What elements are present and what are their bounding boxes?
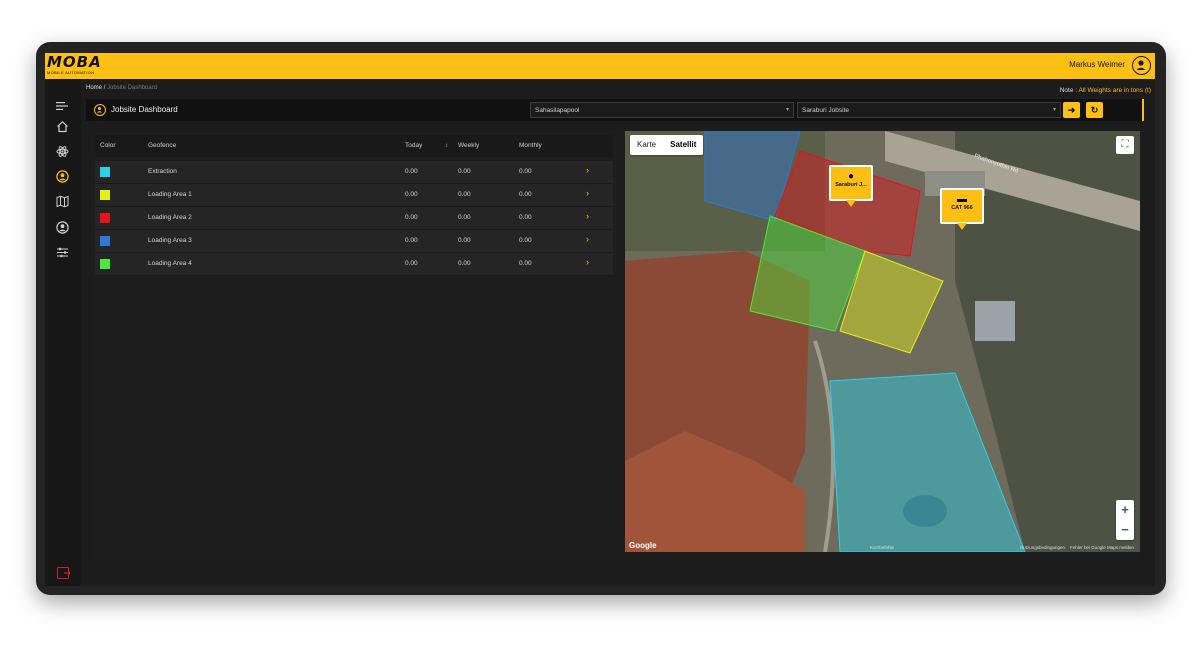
vehicle-marker[interactable]: ▬ CAT 966 — [940, 188, 984, 230]
geofence-name: Loading Area 3 — [148, 237, 192, 244]
table-row[interactable]: Loading Area 3 0.00 0.00 0.00 › — [95, 230, 613, 253]
map-terms[interactable]: Nutzungsbedingungen — [1020, 545, 1065, 550]
user-circle-icon[interactable] — [55, 169, 69, 183]
breadcrumb: Home / Jobsite Dashboard — [86, 85, 157, 91]
weekly-value: 0.00 — [458, 260, 471, 267]
top-bar: MOBA MOBILE AUTOMATION Markus Weimer — [45, 53, 1155, 79]
atom-icon[interactable] — [55, 144, 69, 158]
marker-label: Saraburi J... — [835, 182, 867, 188]
today-value: 0.00 — [405, 214, 418, 221]
moba-logo[interactable]: MOBA MOBILE AUTOMATION — [47, 55, 107, 76]
title-bar: Jobsite Dashboard Sahasilapapool ▾ Sarab… — [86, 99, 1144, 121]
monthly-value: 0.00 — [519, 260, 532, 267]
fullscreen-icon: ⛶ — [1121, 139, 1129, 150]
color-swatch — [100, 167, 110, 177]
fullscreen-button[interactable]: ⛶ — [1116, 136, 1134, 154]
jobsite-marker[interactable]: ● Saraburi J... — [829, 165, 873, 207]
sidebar — [45, 79, 81, 586]
geofence-name: Loading Area 4 — [148, 260, 192, 267]
today-value: 0.00 — [405, 237, 418, 244]
menu-icon[interactable] — [55, 99, 69, 113]
go-button[interactable]: ➜ — [1063, 102, 1080, 118]
jobsite-select-value: Saraburi Jobsite — [802, 107, 849, 114]
logout-icon[interactable] — [57, 567, 70, 579]
table-row[interactable]: Extraction 0.00 0.00 0.00 › — [95, 161, 613, 184]
map-shortcuts[interactable]: Kurzbefehle — [870, 545, 894, 550]
tab-satellit[interactable]: Satellit — [663, 135, 703, 155]
chevron-right-icon[interactable]: › — [586, 211, 589, 221]
app-screen: MOBA MOBILE AUTOMATION Markus Weimer Hom… — [45, 53, 1155, 586]
marker-tail — [846, 200, 856, 207]
user-avatar-icon[interactable] — [1132, 56, 1151, 75]
satellite-map[interactable]: Phahonyothin Rd Karte Satellit ⛶ ● Sarab… — [625, 131, 1140, 552]
chevron-right-icon[interactable]: › — [586, 234, 589, 244]
geofence-table: Color Geofence ↕ Today Weekly Monthly Ex… — [95, 135, 613, 276]
zoom-in-button[interactable]: + — [1116, 500, 1134, 520]
jobsite-icon — [94, 104, 106, 116]
home-icon[interactable] — [55, 119, 69, 133]
arrow-right-icon: ➜ — [1067, 105, 1076, 115]
color-swatch — [100, 190, 110, 200]
table-row[interactable]: Loading Area 1 0.00 0.00 0.00 › — [95, 184, 613, 207]
weight-note: Note : All Weights are in tons (t) — [1060, 87, 1151, 94]
weekly-value: 0.00 — [458, 168, 471, 175]
weekly-value: 0.00 — [458, 237, 471, 244]
chevron-down-icon: ▾ — [785, 107, 789, 113]
weekly-value: 0.00 — [458, 214, 471, 221]
google-logo: Google — [629, 541, 657, 550]
chevron-right-icon[interactable]: › — [586, 257, 589, 267]
chevron-right-icon[interactable]: › — [586, 188, 589, 198]
breadcrumb-current: Jobsite Dashboard — [107, 85, 158, 91]
monthly-value: 0.00 — [519, 237, 532, 244]
header-color: Color — [100, 142, 116, 149]
monthly-value: 0.00 — [519, 214, 532, 221]
loader-icon: ▬ — [957, 194, 967, 205]
table-header: Color Geofence ↕ Today Weekly Monthly — [95, 135, 613, 157]
monthly-value: 0.00 — [519, 191, 532, 198]
map-icon[interactable] — [55, 194, 69, 208]
geofence-name: Loading Area 2 — [148, 214, 192, 221]
page-title: Jobsite Dashboard — [111, 105, 178, 114]
header-geofence[interactable]: Geofence — [148, 142, 176, 149]
color-swatch — [100, 213, 110, 223]
marker-tail — [957, 223, 967, 230]
zoom-controls: + − — [1116, 500, 1134, 540]
breadcrumb-home[interactable]: Home — [86, 85, 102, 91]
today-value: 0.00 — [405, 260, 418, 267]
today-value: 0.00 — [405, 191, 418, 198]
table-row[interactable]: Loading Area 4 0.00 0.00 0.00 › — [95, 253, 613, 276]
table-row[interactable]: Loading Area 2 0.00 0.00 0.00 › — [95, 207, 613, 230]
geofence-name: Extraction — [148, 168, 177, 175]
jobsite-select[interactable]: Saraburi Jobsite ▾ — [797, 102, 1061, 118]
sliders-icon[interactable] — [55, 245, 69, 259]
header-monthly[interactable]: Monthly — [519, 142, 542, 149]
refresh-button[interactable]: ↻ — [1086, 102, 1103, 118]
breadcrumb-separator: / — [103, 85, 106, 91]
map-type-tabs: Karte Satellit — [630, 135, 704, 155]
person-icon: ● — [847, 171, 855, 182]
geofence-name: Loading Area 1 — [148, 191, 192, 198]
account-icon[interactable] — [55, 220, 69, 234]
weekly-value: 0.00 — [458, 191, 471, 198]
company-select-value: Sahasilapapool — [535, 107, 580, 114]
sort-icon[interactable]: ↕ — [445, 143, 448, 149]
note-text: All Weights are in tons (t) — [1078, 87, 1152, 94]
marker-label: CAT 966 — [951, 205, 973, 211]
map-report[interactable]: Fehler bei Google Maps melden — [1070, 545, 1134, 550]
map-imagery — [625, 131, 1140, 552]
today-value: 0.00 — [405, 168, 418, 175]
note-label: Note : — [1059, 87, 1078, 94]
header-weekly[interactable]: Weekly — [458, 142, 479, 149]
chevron-down-icon: ▾ — [1052, 107, 1056, 113]
header-today[interactable]: Today — [405, 142, 422, 149]
color-swatch — [100, 236, 110, 246]
refresh-icon: ↻ — [1090, 105, 1099, 115]
zoom-out-button[interactable]: − — [1116, 520, 1134, 540]
company-select[interactable]: Sahasilapapool ▾ — [530, 102, 794, 118]
chevron-right-icon[interactable]: › — [586, 165, 589, 175]
user-name[interactable]: Markus Weimer — [1069, 60, 1125, 69]
color-swatch — [100, 259, 110, 269]
monthly-value: 0.00 — [519, 168, 532, 175]
tab-karte[interactable]: Karte — [630, 135, 663, 155]
